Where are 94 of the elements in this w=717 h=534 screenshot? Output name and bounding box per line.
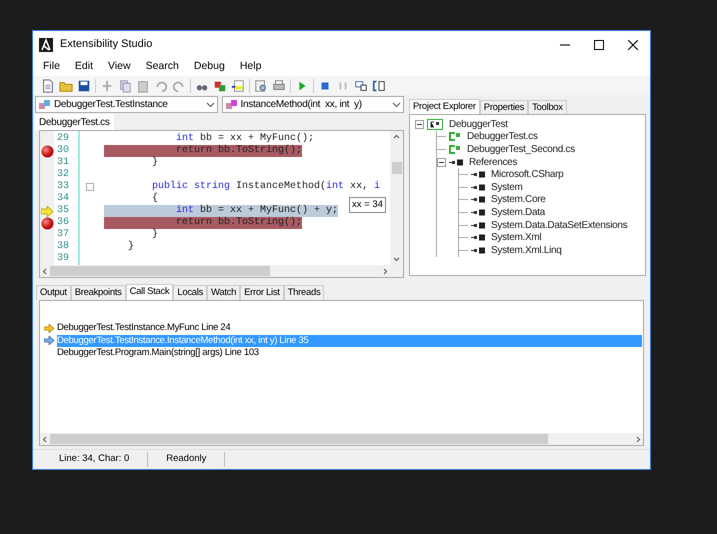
menu-item[interactable]: View <box>108 59 131 75</box>
dropdown-value: InstanceMethod(int xx, int y) <box>240 98 363 112</box>
line-number: 33 <box>56 181 70 193</box>
menu-item[interactable]: Search <box>146 59 179 75</box>
window-title: Extensibility Studio <box>60 37 152 52</box>
menu-item[interactable]: Help <box>240 59 262 75</box>
dropdown[interactable]: InstanceMethod(int xx, int y) <box>222 96 404 113</box>
line-number: 34 <box>56 193 70 205</box>
line-number: 39 <box>56 253 70 265</box>
panel-tab[interactable]: Locals <box>173 285 208 300</box>
scroll-up-icon[interactable] <box>393 134 400 139</box>
csharp-file-icon <box>449 132 461 142</box>
code-line: } <box>151 229 158 241</box>
project-icon <box>427 118 443 130</box>
panel-tab[interactable]: Watch <box>207 285 240 300</box>
close-icon <box>628 40 638 50</box>
line-number: 30 <box>56 145 70 157</box>
step-into-icon[interactable] <box>372 78 386 92</box>
panel-tab[interactable]: Properties <box>480 100 528 114</box>
tree-item[interactable]: Microsoft.CSharp <box>491 167 564 182</box>
tree-item[interactable]: System.Core <box>491 192 546 208</box>
reference-icon <box>471 246 485 254</box>
tree-item[interactable]: System.Xml <box>491 230 542 246</box>
line-number: 36 <box>56 217 70 229</box>
reference-icon <box>471 196 485 204</box>
panel-tab[interactable]: Call Stack <box>126 284 174 300</box>
status-text: Readonly <box>148 452 226 467</box>
breakpoint-margin[interactable] <box>40 131 54 265</box>
reference-icon <box>471 184 485 191</box>
line-number: 38 <box>56 241 70 253</box>
scrollbar-thumb[interactable] <box>50 266 270 276</box>
scrollbar-thumb[interactable] <box>392 162 402 174</box>
new-file-icon[interactable] <box>41 78 55 92</box>
step-over-icon[interactable] <box>354 78 368 92</box>
line-number: 35 <box>56 205 70 217</box>
reference-icon <box>471 208 485 216</box>
class-icon <box>38 98 52 110</box>
chevron-down-icon <box>392 102 401 108</box>
line-number: 37 <box>56 229 70 241</box>
app-logo-icon <box>39 38 53 52</box>
panel-tab[interactable]: Toolbox <box>528 100 567 114</box>
scroll-left-icon[interactable] <box>42 436 48 442</box>
print-preview-icon[interactable] <box>254 78 268 92</box>
panel-tab[interactable]: Project Explorer <box>409 99 480 114</box>
print-icon[interactable] <box>272 78 286 92</box>
reference-icon <box>471 222 485 229</box>
code-line: { <box>151 193 158 205</box>
csharp-file-icon <box>449 144 461 154</box>
dropdown[interactable]: DebuggerTest.TestInstance <box>35 96 218 113</box>
menu-item[interactable]: File <box>43 59 60 75</box>
copy-icon[interactable] <box>118 78 132 92</box>
code-editor[interactable]: 29 30 31 32 33 34 35 36 37 38 39 int bb = xx + MyFunc(); return bb.ToString(); } public string InstanceMethod(int xx, i { int bb = xx + MyFunc() + y; return bb.ToString(); } } xx = 34 <box>39 130 404 278</box>
tree-item[interactable]: DebuggerTest <box>449 116 508 132</box>
chevron-down-icon <box>206 102 214 108</box>
code-line: } <box>127 241 134 253</box>
panel-tab[interactable]: Output <box>36 285 71 300</box>
scroll-right-icon[interactable] <box>382 268 388 274</box>
scroll-left-icon[interactable] <box>42 268 48 274</box>
status-text: Line: 34, Char: 0 <box>41 452 148 467</box>
dropdown-value: DebuggerTest.TestInstance <box>54 98 169 112</box>
collapse-icon[interactable] <box>437 158 446 167</box>
panel-tab[interactable]: Error List <box>240 285 284 300</box>
line-number: 32 <box>56 169 70 181</box>
reference-icon <box>449 158 463 166</box>
line-number: 31 <box>56 157 70 169</box>
call-stack-row[interactable]: DebuggerTest.TestInstance.MyFunc Line 24 <box>57 322 642 335</box>
paste-icon[interactable] <box>136 78 150 92</box>
tree-item[interactable]: System <box>491 180 523 195</box>
code-line: int bb = xx + MyFunc(); <box>175 133 314 144</box>
code-line: public string InstanceMethod(int xx, i <box>151 181 380 192</box>
reference-icon <box>471 234 485 242</box>
menu-item[interactable]: Edit <box>74 59 94 75</box>
scrollbar-thumb[interactable] <box>50 434 548 444</box>
tree-item[interactable]: System.Xml.Linq <box>491 242 562 258</box>
panel-tab[interactable]: Breakpoints <box>70 285 126 300</box>
line-number: 29 <box>56 133 70 145</box>
tree-item[interactable]: References <box>469 154 518 170</box>
tooltip: xx = 34 <box>349 197 386 214</box>
reference-icon <box>471 171 485 178</box>
tree-item[interactable]: System.Data.DataSetExtensions <box>491 218 628 233</box>
file-tab[interactable]: DebuggerTest.cs <box>35 114 114 130</box>
collapse-icon[interactable] <box>415 120 424 129</box>
class-icon <box>224 98 238 110</box>
scroll-right-icon[interactable] <box>635 436 641 442</box>
tree-item[interactable]: System.Data <box>491 204 545 220</box>
tree-item[interactable]: DebuggerTest.cs <box>467 129 538 144</box>
menu-item[interactable]: Debug <box>194 59 225 75</box>
code-line: } <box>151 157 158 169</box>
scroll-down-icon[interactable] <box>393 257 400 262</box>
save-icon[interactable] <box>77 78 91 92</box>
panel-tab[interactable]: Threads <box>284 285 324 300</box>
tree-item[interactable]: DebuggerTest_Second.cs <box>467 142 575 157</box>
call-stack-row[interactable]: DebuggerTest.Program.Main(string[] args) Line 103 <box>57 347 642 360</box>
maximize-icon <box>594 40 604 50</box>
